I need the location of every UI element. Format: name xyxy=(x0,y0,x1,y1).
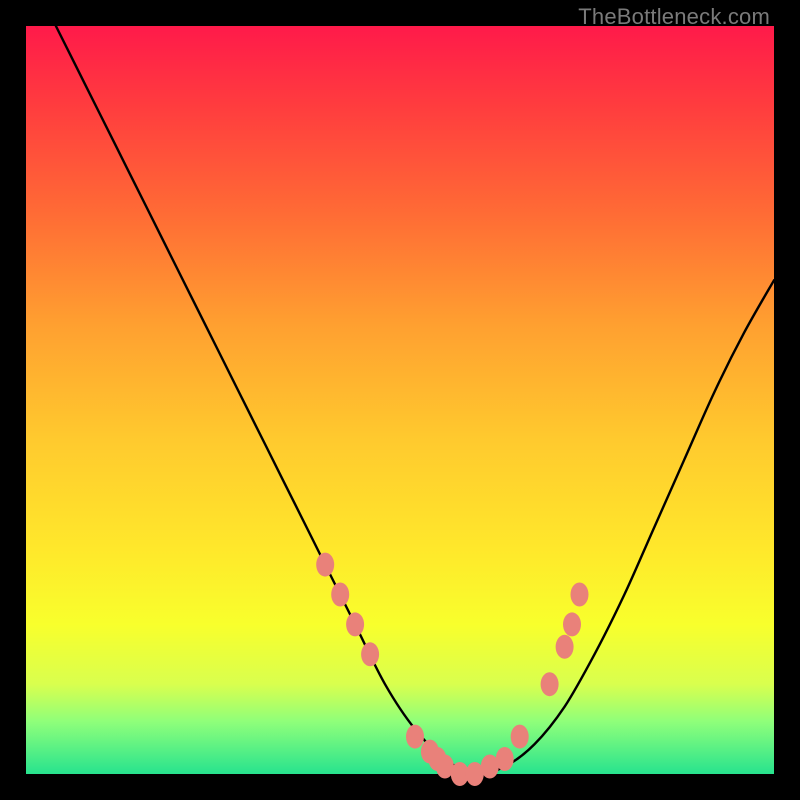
curve-markers xyxy=(316,553,588,786)
chart-plot-area xyxy=(26,26,774,774)
curve-path xyxy=(56,26,774,774)
watermark-text: TheBottleneck.com xyxy=(578,4,770,30)
curve-marker xyxy=(331,583,349,607)
curve-marker xyxy=(496,747,514,771)
bottleneck-curve xyxy=(26,26,774,774)
curve-marker xyxy=(361,642,379,666)
curve-marker xyxy=(541,672,559,696)
curve-marker xyxy=(556,635,574,659)
curve-marker xyxy=(571,583,589,607)
curve-marker xyxy=(316,553,334,577)
curve-marker xyxy=(511,725,529,749)
curve-marker xyxy=(563,612,581,636)
curve-marker xyxy=(346,612,364,636)
curve-marker xyxy=(406,725,424,749)
